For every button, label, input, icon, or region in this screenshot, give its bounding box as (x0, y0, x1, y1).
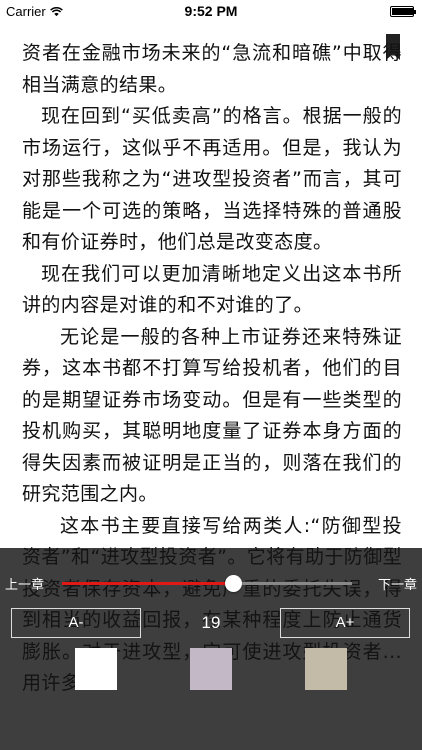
paragraph: 现在回到“买低卖高”的格言。根据一般的市场运行，这似乎不再适用。但是，我认为对那… (22, 105, 402, 253)
paragraph: 资者在金融市场未来的“急流和暗礁”中取得相当满意的结果。 (22, 42, 402, 96)
font-size-value: 19 (201, 613, 221, 632)
next-chapter-button[interactable]: 下一章 (378, 574, 417, 593)
status-time: 9:52 PM (184, 3, 238, 19)
battery-icon (390, 6, 416, 17)
slider-fill (62, 582, 234, 585)
battery-level (392, 8, 413, 15)
font-size-row: A- 19 A+ (11, 608, 411, 638)
reader-settings-panel: 上一章 下一章 A- 19 A+ (0, 548, 422, 750)
theme-swatch-tan[interactable] (305, 648, 347, 690)
theme-row (0, 648, 422, 690)
chapter-progress-row: 上一章 下一章 (0, 570, 422, 594)
paragraph: 无论是一般的各种上市证券还来特殊证券，这本书都不打算写给投机者，他们的目的是期望… (22, 325, 402, 506)
prev-chapter-button[interactable]: 上一章 (5, 574, 44, 593)
font-decrease-button[interactable]: A- (11, 608, 141, 638)
chapter-progress-slider[interactable] (62, 575, 352, 592)
paragraph: 现在我们可以更加清晰地定义出这本书所讲的内容是对谁的和不对谁的了。 (22, 262, 402, 317)
theme-swatch-lavender[interactable] (190, 648, 232, 690)
font-increase-button[interactable]: A+ (280, 608, 410, 638)
theme-swatch-white[interactable] (75, 648, 117, 690)
status-bar: Carrier 9:52 PM (0, 0, 422, 22)
slider-thumb[interactable] (225, 575, 243, 592)
